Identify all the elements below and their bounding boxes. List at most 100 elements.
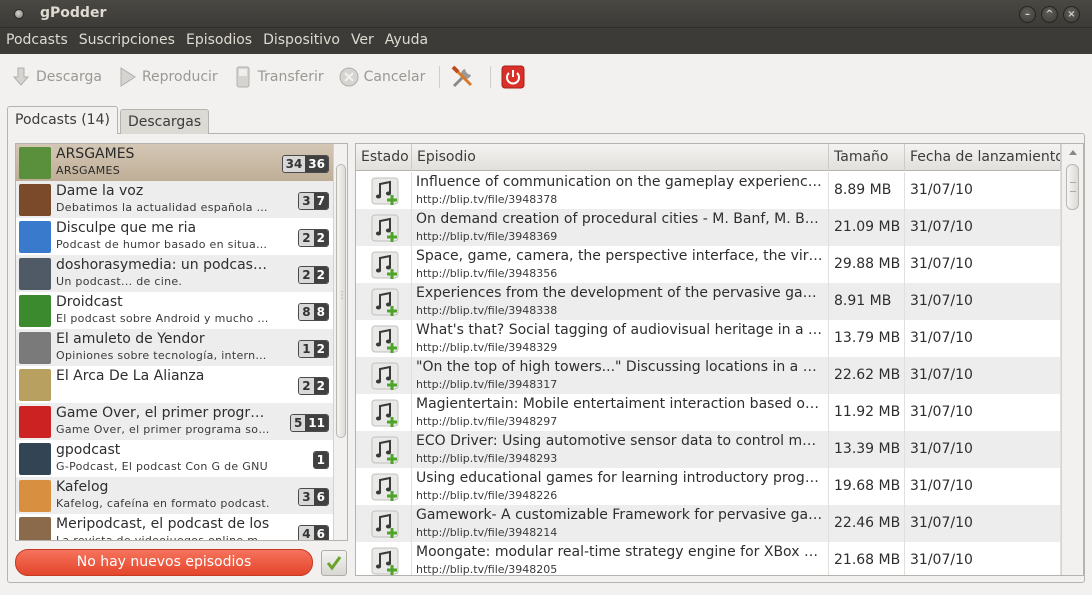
menu-bar: Podcasts Suscripciones Episodios Disposi…: [0, 28, 1092, 54]
download-button[interactable]: Descarga: [10, 66, 102, 88]
episode-row[interactable]: Gamework- A customizable Framework for p…: [356, 505, 1061, 542]
episode-date-cell: 31/07/10: [905, 209, 1061, 246]
audio-file-new-icon: [371, 436, 399, 468]
episode-size: 11.92 MB: [834, 404, 901, 420]
episode-status-cell: [356, 394, 412, 431]
cancel-icon: [339, 67, 359, 87]
toolbar-separator: [439, 66, 441, 88]
podcast-cover-image: [19, 369, 51, 401]
episode-row[interactable]: "On the top of high towers..." Discussin…: [356, 357, 1061, 394]
column-status[interactable]: Estado: [356, 144, 412, 171]
episode-count-badge: 37: [298, 192, 329, 210]
episode-title: Experiences from the development of the …: [416, 285, 824, 301]
audio-file-new-icon: [371, 510, 399, 542]
podcast-title: Dame la voz: [56, 183, 144, 199]
check-updates-button[interactable]: [321, 550, 347, 576]
preferences-button[interactable]: [450, 64, 476, 90]
play-icon: [120, 67, 136, 87]
new-episodes-count: 2: [299, 378, 314, 394]
new-episodes-count: 5: [290, 415, 306, 431]
podcast-row[interactable]: Dame la voz Debatimos la actualidad españ…: [16, 181, 333, 218]
episode-cell: Experiences from the development of the …: [412, 283, 829, 320]
episode-date-cell: 31/07/10: [905, 357, 1061, 394]
checkmark-icon: [326, 556, 342, 571]
play-button[interactable]: Reproducir: [116, 66, 218, 88]
audio-file-new-icon: [371, 399, 399, 431]
column-release-date[interactable]: Fecha de lanzamiento: [905, 144, 1061, 171]
podcast-scrollbar-thumb[interactable]: [336, 164, 346, 438]
total-episodes-count: 1: [313, 452, 328, 468]
podcast-title: ARSGAMES: [56, 146, 135, 162]
episode-row[interactable]: Influence of communication on the gamepl…: [356, 172, 1061, 209]
podcast-row[interactable]: doshorasymedia: un podcast de cine Un pod…: [16, 255, 333, 292]
episode-row[interactable]: On demand creation of procedural cities …: [356, 209, 1061, 246]
episode-count-badge: 22: [298, 377, 329, 395]
total-episodes-count: 6: [313, 489, 328, 505]
podcast-row[interactable]: Disculpe que me ria Podcast de humor basa…: [16, 218, 333, 255]
episode-date-cell: 31/07/10: [905, 320, 1061, 357]
menu-view[interactable]: Ver: [345, 28, 379, 54]
tab-downloads[interactable]: Descargas: [119, 109, 210, 134]
podcast-row[interactable]: Game Over, el primer programa de Game Ove…: [16, 403, 333, 440]
episode-cell: Influence of communication on the gamepl…: [412, 172, 829, 209]
menu-subscriptions[interactable]: Suscripciones: [73, 28, 180, 54]
podcast-row[interactable]: ARSGAMES ARSGAMES 34 36: [16, 144, 333, 181]
close-icon[interactable]: ×: [1063, 6, 1080, 23]
episode-row[interactable]: Magientertain: Mobile entertaiment inter…: [356, 394, 1061, 431]
maximize-icon[interactable]: ^: [1041, 6, 1058, 23]
no-new-episodes-button[interactable]: No hay nuevos episodios: [15, 549, 313, 576]
pane-splitter[interactable]: ⋮: [337, 290, 347, 301]
episode-row[interactable]: What's that? Social tagging of audiovisu…: [356, 320, 1061, 357]
new-episodes-count: 8: [299, 304, 314, 320]
episode-status-cell: [356, 542, 412, 575]
episode-date-cell: 31/07/10: [905, 505, 1061, 542]
episode-status-cell: [356, 505, 412, 542]
episode-url: http://blip.tv/file/3948297: [416, 415, 558, 428]
episode-count-badge: 22: [298, 266, 329, 284]
episode-cell: Using educational games for learning int…: [412, 468, 829, 505]
episode-row[interactable]: Moongate: modular real-time strategy eng…: [356, 542, 1061, 575]
column-size[interactable]: Tamaño: [829, 144, 905, 171]
episode-url: http://blip.tv/file/3948226: [416, 489, 558, 502]
play-label: Reproducir: [141, 69, 218, 85]
scroll-up-arrow-icon[interactable]: [1069, 150, 1077, 155]
podcast-row[interactable]: Meripodcast, el podcast de los La revista…: [16, 514, 333, 540]
episode-cell: "On the top of high towers..." Discussin…: [412, 357, 829, 394]
tab-podcasts[interactable]: Podcasts (14): [7, 106, 118, 134]
menu-podcasts[interactable]: Podcasts: [0, 28, 73, 54]
total-episodes-count: 36: [305, 156, 328, 172]
podcast-list-scrollbar[interactable]: [333, 144, 347, 540]
episode-date-cell: 31/07/10: [905, 468, 1061, 505]
podcast-title: gpodcast: [56, 442, 121, 458]
transfer-button[interactable]: Transferir: [232, 66, 324, 88]
column-episode[interactable]: Episodio: [412, 144, 829, 171]
episode-title: Moongate: modular real-time strategy eng…: [416, 544, 824, 560]
episode-status-cell: [356, 246, 412, 283]
episode-url: http://blip.tv/file/3948214: [416, 526, 558, 539]
menu-episodes[interactable]: Episodios: [180, 28, 257, 54]
menu-help[interactable]: Ayuda: [379, 28, 433, 54]
podcast-row[interactable]: El amuleto de Yendor Opiniones sobre tecn…: [16, 329, 333, 366]
podcast-row[interactable]: Droidcast El podcast sobre Android y much…: [16, 292, 333, 329]
quit-button[interactable]: [501, 65, 525, 89]
episode-status-cell: [356, 283, 412, 320]
podcast-cover-image: [19, 443, 51, 475]
episode-scrollbar-thumb[interactable]: [1066, 164, 1079, 210]
podcast-row[interactable]: Kafelog Kafelog, cafeína en formato podca…: [16, 477, 333, 514]
episode-row[interactable]: Experiences from the development of the …: [356, 283, 1061, 320]
cancel-button[interactable]: Cancelar: [338, 66, 425, 88]
episode-list-scrollbar[interactable]: [1061, 144, 1083, 575]
episode-row[interactable]: ECO Driver: Using automotive sensor data…: [356, 431, 1061, 468]
episode-cell: ECO Driver: Using automotive sensor data…: [412, 431, 829, 468]
episode-size: 19.68 MB: [834, 478, 901, 494]
podcast-row[interactable]: El Arca De La Alianza 2 2: [16, 366, 333, 403]
episode-row[interactable]: Using educational games for learning int…: [356, 468, 1061, 505]
app-icon[interactable]: [14, 9, 24, 19]
podcast-cover-image: [19, 258, 51, 290]
episode-size-cell: 29.88 MB: [829, 246, 905, 283]
total-episodes-count: 11: [305, 415, 328, 431]
minimize-icon[interactable]: –: [1019, 6, 1036, 23]
podcast-row[interactable]: gpodcast G-Podcast, El podcast Con G de G…: [16, 440, 333, 477]
menu-device[interactable]: Dispositivo: [257, 28, 345, 54]
episode-row[interactable]: Space, game, camera, the perspective int…: [356, 246, 1061, 283]
